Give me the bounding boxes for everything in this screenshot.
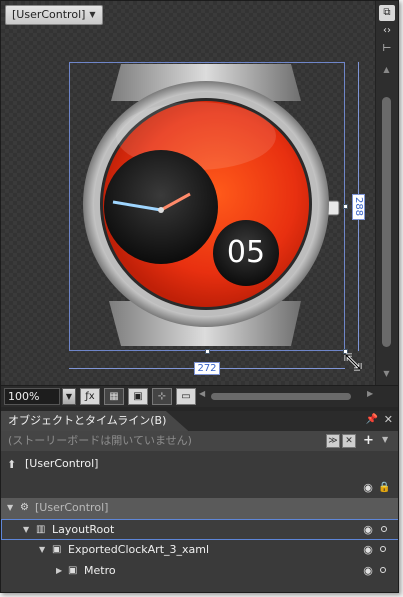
split-icon[interactable]: ⊢ [379,41,395,57]
collapse-arrow-icon[interactable]: ▶ [56,561,62,581]
scope-row[interactable]: ⬆ [UserControl] [1,451,398,479]
expand-arrow-icon[interactable]: ▼ [7,498,13,518]
scope-up-icon[interactable]: ⬆ [7,458,16,471]
vertical-scroll-thumb[interactable] [382,97,391,347]
lock-icon[interactable]: 🔒 [378,482,390,494]
expand-arrow-icon[interactable]: ▼ [39,540,45,560]
vertical-scrollbar[interactable]: ▲ ▼ [381,65,392,378]
storyboard-bar: (ストーリーボードは開いていません) ≫ ✕ + ▼ [1,431,398,451]
usercontrol-icon: ⚙ [20,502,29,513]
selection-handle[interactable] [343,204,348,209]
tree-row-usercontrol[interactable]: ▼ ⚙ [UserControl] [1,498,398,519]
blend-editor-window: [UserControl] ▼ 05 272 288 ⧉ ‹› ⊢ ▲ ▼ 10… [0,0,399,593]
scroll-left-icon[interactable]: ◀ [199,389,205,398]
width-dimension-label: 272 [194,362,220,375]
resize-cursor-icon [344,353,362,371]
selection-box[interactable] [69,62,345,351]
tree-row-label: Metro [84,564,116,577]
eye-icon[interactable]: ◉ [362,565,374,577]
expand-arrow-icon[interactable]: ▼ [23,520,29,540]
storyboard-dropdown-icon[interactable]: ≫ [326,434,340,448]
eye-icon[interactable]: ◉ [362,482,374,494]
tree-row-layoutroot[interactable]: ▼ ▥ LayoutRoot ◉ [1,519,398,540]
design-view-icon[interactable]: ⧉ [379,5,395,21]
zoom-dropdown-icon[interactable]: ▼ [62,388,76,405]
tree-row-metro[interactable]: ▶ ▣ Metro ◉ [1,561,398,582]
canvas-icon: ▣ [52,544,62,555]
grid-icon[interactable]: ▦ [104,388,124,405]
height-dimension-label: 288 [352,194,365,220]
artboard[interactable]: [UserControl] ▼ 05 272 288 [1,1,377,385]
scroll-right-icon[interactable]: ▶ [367,389,373,398]
canvas-icon: ▣ [68,565,78,576]
snap-to-grid-icon[interactable]: ▣ [128,388,148,405]
scope-label: [UserControl] [25,457,99,470]
scroll-down-icon[interactable]: ▼ [381,369,392,378]
tree-row-exportedclockart[interactable]: ▼ ▣ ExportedClockArt_3_xaml ◉ [1,540,398,561]
close-storyboard-icon[interactable]: ✕ [342,434,356,448]
zoom-field[interactable]: 100% [4,388,60,405]
code-icon[interactable]: ‹› [379,23,395,39]
canvas-toolbar: 100% ▼ ƒx ▦ ▣ ⊹ ▭ ◀ ▶ [1,385,398,407]
storyboard-status: (ストーリーボードは開いていません) [8,434,192,447]
add-storyboard-icon[interactable]: + [363,433,374,448]
selection-handle[interactable] [205,349,210,354]
annotation-icon[interactable]: ▭ [176,388,196,405]
horizontal-scroll-thumb[interactable] [211,393,351,400]
storyboard-options-icon[interactable]: ▼ [382,435,388,444]
pin-icon[interactable]: 📌 [366,414,378,425]
objects-timeline-tab[interactable]: オブジェクトとタイムライン(B) [1,411,189,431]
close-icon[interactable]: ✕ [384,413,393,426]
lock-toggle-icon[interactable] [381,526,387,532]
grid-panel-icon: ▥ [36,524,46,535]
lock-toggle-icon[interactable] [380,567,386,573]
eye-icon[interactable]: ◉ [362,524,374,536]
objects-panel-tabbar: オブジェクトとタイムライン(B) 📌 ✕ [1,411,398,431]
tree-row-label: LayoutRoot [52,523,115,536]
effects-render-icon[interactable]: ƒx [80,388,100,405]
visibility-header: ◉ 🔒 [1,479,398,498]
tree-row-label: [UserControl] [35,501,109,514]
view-mode-toolbar: ⧉ ‹› ⊢ ▲ ▼ [375,1,398,385]
scroll-up-icon[interactable]: ▲ [381,65,392,74]
eye-icon[interactable]: ◉ [362,544,374,556]
snap-lines-icon[interactable]: ⊹ [152,388,172,405]
tree-row-label: ExportedClockArt_3_xaml [68,543,210,556]
horizontal-scrollbar[interactable]: ◀ ▶ [199,389,377,401]
lock-toggle-icon[interactable] [380,546,386,552]
